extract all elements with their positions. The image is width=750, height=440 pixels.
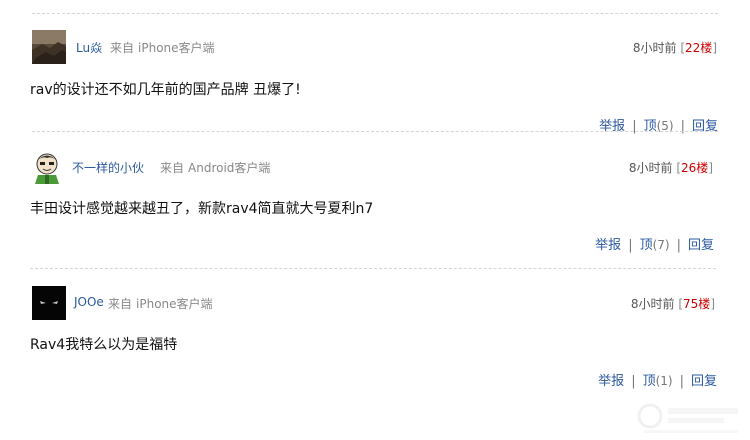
upvote-label: 顶 xyxy=(642,374,656,389)
upvote-count: (1) xyxy=(655,374,673,388)
reply-button[interactable]: 回复 xyxy=(688,238,714,253)
comment-actions: 举报 | 顶(7) | 回复 xyxy=(595,238,714,253)
source-name: iPhone客户端 xyxy=(138,41,215,55)
source-prefix: 来自 xyxy=(110,41,135,55)
upvote-label: 顶 xyxy=(639,238,653,253)
client-source: 来自 iPhone客户端 xyxy=(108,295,213,312)
comment-actions: 举报 | 顶(1) | 回复 xyxy=(598,374,717,389)
username-link[interactable]: JOOe xyxy=(74,295,104,309)
source-name: Android客户端 xyxy=(188,161,271,175)
client-source: 来自 Android客户端 xyxy=(160,159,270,176)
avatar[interactable] xyxy=(30,150,64,184)
upvote-button[interactable]: 顶(1) xyxy=(643,374,673,389)
floor-number[interactable]: 26楼 xyxy=(681,161,708,175)
floor-number[interactable]: 75楼 xyxy=(683,297,710,311)
username-link[interactable]: 不一样的小伙 xyxy=(72,159,144,176)
reply-button[interactable]: 回复 xyxy=(691,374,717,389)
report-button[interactable]: 举报 xyxy=(595,238,621,253)
comment-divider xyxy=(32,13,718,14)
comment-time: 8小时前 xyxy=(630,297,675,311)
comment-meta: 8小时前 [75楼] xyxy=(630,297,715,311)
client-source: 来自 iPhone客户端 xyxy=(110,39,215,56)
report-button[interactable]: 举报 xyxy=(598,374,624,389)
avatar[interactable] xyxy=(32,30,66,64)
username-link[interactable]: Lu焱 xyxy=(76,39,102,56)
comment-time: 8小时前 xyxy=(628,161,673,175)
source-name: iPhone客户端 xyxy=(136,297,213,311)
comment-text: 丰田设计感觉越来越丑了，新款rav4简直就大号夏利n7 xyxy=(30,201,374,217)
source-prefix: 来自 xyxy=(160,161,185,175)
comment-meta: 8小时前 [22楼] xyxy=(632,41,717,55)
floor-number[interactable]: 22楼 xyxy=(685,41,712,55)
comment-divider xyxy=(32,131,718,132)
comment-text: Rav4我特么以为是福特 xyxy=(30,337,178,353)
watermark-logo xyxy=(634,400,744,436)
source-prefix: 来自 xyxy=(108,297,133,311)
comment-text: rav的设计还不如几年前的国产品牌 丑爆了! xyxy=(30,82,301,98)
avatar[interactable] xyxy=(32,286,66,320)
comment-meta: 8小时前 [26楼] xyxy=(628,161,713,175)
upvote-button[interactable]: 顶(7) xyxy=(640,238,670,253)
upvote-count: (7) xyxy=(652,238,670,252)
comment-time: 8小时前 xyxy=(632,41,677,55)
comment-divider xyxy=(30,268,716,269)
